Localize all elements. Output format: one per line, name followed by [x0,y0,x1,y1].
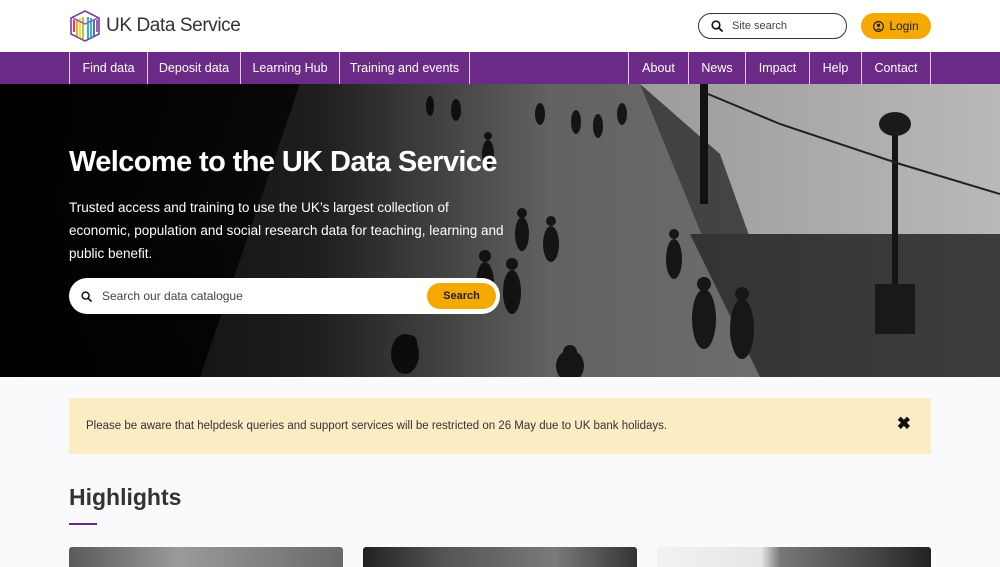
main-nav: Find data Deposit data Learning Hub Trai… [0,52,1000,84]
site-search-input[interactable] [732,20,832,32]
nav-training-and-events[interactable]: Training and events [339,52,470,84]
highlight-card[interactable] [657,547,931,567]
search-icon [711,20,723,32]
alert-banner: Please be aware that helpdesk queries an… [69,398,931,454]
hero-description: Trusted access and training to use the U… [69,200,504,261]
highlights-title: Highlights [69,484,182,510]
logo-mark-icon [70,10,100,42]
login-button[interactable]: Login [861,13,931,39]
highlight-card[interactable] [363,547,637,567]
nav-about[interactable]: About [628,52,688,84]
close-icon[interactable]: ✖ [897,414,911,434]
catalogue-search-input[interactable] [102,289,402,303]
site-search-box[interactable] [698,13,847,39]
site-header: UK Data Service Login [0,0,1000,52]
nav-help[interactable]: Help [809,52,861,84]
nav-learning-hub[interactable]: Learning Hub [240,52,339,84]
nav-contact[interactable]: Contact [861,52,931,84]
logo[interactable]: UK Data Service [69,9,241,43]
catalogue-search-button[interactable]: Search [427,283,496,309]
alert-message: Please be aware that helpdesk queries an… [86,420,668,432]
title-underline [69,523,97,525]
nav-impact[interactable]: Impact [745,52,809,84]
nav-news[interactable]: News [688,52,745,84]
nav-deposit-data[interactable]: Deposit data [147,52,240,84]
search-icon [81,290,92,302]
hero-title: Welcome to the UK Data Service [69,146,497,178]
nav-find-data[interactable]: Find data [69,52,147,84]
login-label: Login [889,19,919,33]
highlight-card[interactable] [69,547,343,567]
catalogue-search-box[interactable]: Search [69,278,500,314]
user-icon [873,20,885,32]
hero-banner: Welcome to the UK Data Service Trusted a… [0,84,1000,377]
logo-text: UK Data Service [106,15,241,36]
